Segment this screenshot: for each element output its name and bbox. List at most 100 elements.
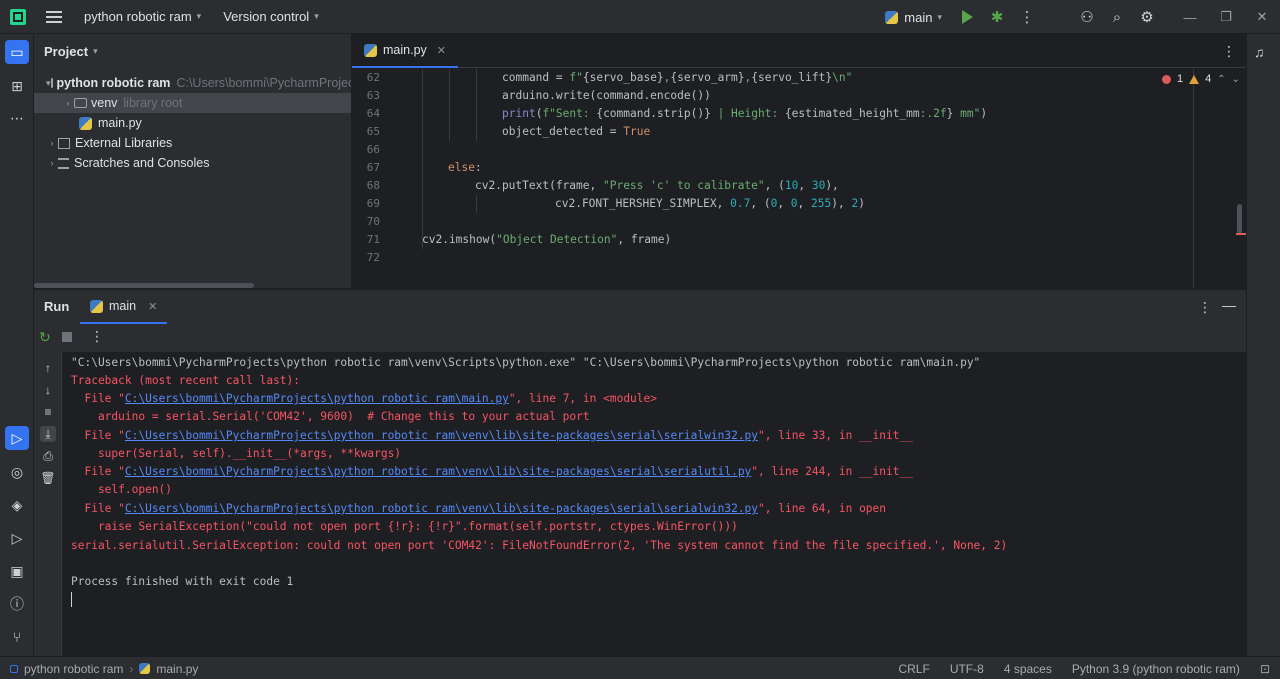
- run-config-selector[interactable]: main ▾: [885, 0, 942, 34]
- console-output[interactable]: "C:\Users\bommi\PycharmProjects\python r…: [62, 352, 1246, 657]
- run-tool-button[interactable]: ▷: [5, 426, 29, 450]
- hide-panel-icon[interactable]: —: [1222, 297, 1236, 313]
- indent-guide: [476, 195, 477, 213]
- tree-item-external-libraries[interactable]: › External Libraries: [34, 133, 351, 153]
- trash-icon[interactable]: 🗑: [40, 470, 56, 486]
- debug-button[interactable]: ✱: [982, 2, 1012, 32]
- add-user-button[interactable]: ⚇: [1072, 2, 1102, 32]
- file-link[interactable]: C:\Users\bommi\PycharmProjects\python ro…: [125, 465, 751, 478]
- stop-icon[interactable]: [62, 332, 72, 342]
- tab-main-py[interactable]: main.py ✕: [352, 34, 458, 68]
- python-file-icon: [364, 43, 377, 57]
- exception-message: serial.serialutil.SerialException: could…: [71, 539, 1008, 552]
- navigation-breadcrumb: python robotic ram › main.py: [10, 657, 198, 679]
- project-panel-header[interactable]: Project ▾: [34, 34, 351, 68]
- soft-wrap-icon[interactable]: ≡: [40, 404, 56, 420]
- right-tool-strip: ♫: [1246, 34, 1280, 656]
- traceback-frame: File "C:\Users\bommi\PycharmProjects\pyt…: [71, 427, 912, 445]
- line-number: 68: [366, 179, 380, 192]
- tree-item-project-root[interactable]: ▾ python robotic ram C:\Users\bommi\Pych…: [34, 73, 351, 93]
- main-menu-icon[interactable]: [46, 10, 62, 23]
- file-link[interactable]: C:\Users\bommi\PycharmProjects\python ro…: [125, 429, 758, 442]
- run-button[interactable]: [952, 2, 982, 32]
- run-tab-main[interactable]: main ✕: [80, 290, 168, 324]
- tree-item-main-py[interactable]: main.py: [34, 113, 351, 133]
- chevron-down-icon[interactable]: ⌄: [1232, 74, 1240, 85]
- minimize-button[interactable]: —: [1172, 0, 1208, 34]
- more-tools-button[interactable]: ⋯: [5, 106, 29, 130]
- close-button[interactable]: ✕: [1244, 0, 1280, 34]
- project-panel-title: Project: [44, 43, 89, 59]
- python-packages-button[interactable]: ◎: [5, 460, 29, 484]
- chevron-right-icon: ›: [129, 661, 134, 676]
- minimize-icon: —: [1183, 9, 1197, 25]
- chevron-up-icon[interactable]: ⌃: [1217, 74, 1225, 85]
- horizontal-scrollbar[interactable]: [34, 283, 254, 288]
- project-tool-button[interactable]: ▭: [5, 40, 29, 64]
- close-tab-icon[interactable]: ✕: [148, 300, 157, 313]
- git-icon: ⑂: [12, 629, 22, 645]
- file-link[interactable]: C:\Users\bommi\PycharmProjects\python ro…: [125, 502, 758, 515]
- exit-message: Process finished with exit code 1: [71, 575, 294, 588]
- run-icon: [961, 10, 973, 24]
- print-icon[interactable]: ⎙: [40, 448, 56, 464]
- breadcrumb-file[interactable]: main.py: [156, 662, 198, 676]
- frame-prefix: File ": [71, 502, 125, 515]
- kebab-icon[interactable]: ⋮: [1198, 299, 1212, 316]
- traceback-code: self.open(): [71, 483, 173, 496]
- rerun-icon[interactable]: ↻: [39, 329, 51, 346]
- layers-button[interactable]: ◈: [5, 493, 29, 517]
- python-interpreter[interactable]: Python 3.9 (python robotic ram): [1072, 662, 1240, 676]
- traceback-code: arduino = serial.Serial('COM42', 9600) #…: [71, 410, 590, 423]
- kebab-icon[interactable]: ⋮: [1222, 43, 1236, 60]
- more-icon: ⋯: [10, 109, 24, 126]
- python-file-icon: [885, 10, 899, 24]
- lock-icon[interactable]: ⊡: [1260, 662, 1270, 676]
- line-separator[interactable]: CRLF: [898, 662, 929, 676]
- kebab-icon[interactable]: ⋮: [90, 328, 104, 345]
- warning-count: 4: [1205, 73, 1212, 85]
- warning-icon: [1189, 74, 1200, 84]
- search-icon: ⌕: [1112, 8, 1122, 26]
- indent-guide: [422, 69, 423, 249]
- editor-tabs: main.py ✕ ⋮: [352, 34, 1246, 68]
- structure-tool-button[interactable]: ⊞: [5, 74, 29, 98]
- inspections-widget[interactable]: 1 4 ⌃ ⌄: [1161, 73, 1240, 85]
- pycharm-logo-icon: [10, 8, 26, 25]
- indent-setting[interactable]: 4 spaces: [1004, 662, 1052, 676]
- line-number: 65: [366, 125, 380, 138]
- folder-icon: ▭: [10, 43, 24, 60]
- git-button[interactable]: ⑂: [5, 625, 29, 649]
- terminal-button[interactable]: ▣: [5, 559, 29, 583]
- more-actions-button[interactable]: ⋮: [1012, 2, 1042, 32]
- close-tab-icon[interactable]: ✕: [437, 44, 446, 57]
- services-button[interactable]: ▷: [5, 526, 29, 550]
- problems-icon: ⓘ: [10, 596, 24, 612]
- breadcrumb-project[interactable]: python robotic ram: [24, 662, 123, 676]
- file-encoding[interactable]: UTF-8: [950, 662, 984, 676]
- file-link[interactable]: C:\Users\bommi\PycharmProjects\python ro…: [125, 392, 509, 405]
- code-area[interactable]: command = f"{servo_base},{servo_arm},{se…: [392, 69, 1194, 288]
- line-number: 72: [366, 251, 380, 264]
- vertical-scrollbar[interactable]: [1237, 204, 1242, 234]
- code-editor: main.py ✕ ⋮ 62 63 64 65 66 67 68 69 70 7…: [351, 34, 1246, 288]
- search-button[interactable]: ⌕: [1102, 2, 1132, 32]
- arrow-up-icon[interactable]: ↑: [40, 360, 56, 376]
- project-switcher[interactable]: python robotic ram ▾: [84, 0, 201, 34]
- maximize-button[interactable]: ❐: [1208, 0, 1244, 34]
- notifications-icon[interactable]: ♫: [1254, 44, 1265, 60]
- scroll-to-end-icon[interactable]: ⤓: [40, 426, 56, 442]
- tree-item-scratches[interactable]: › Scratches and Consoles: [34, 153, 351, 173]
- tree-item-label: venv: [91, 96, 118, 110]
- line-number: 69: [366, 197, 380, 210]
- error-icon: [1161, 74, 1171, 84]
- settings-button[interactable]: ⚙: [1132, 2, 1162, 32]
- problems-button[interactable]: ⓘ: [5, 592, 29, 616]
- version-control-menu[interactable]: Version control ▾: [223, 0, 319, 34]
- error-count: 1: [1176, 73, 1184, 85]
- run-panel-header: Run main ✕ ⋮ —: [34, 290, 1246, 324]
- tree-item-venv[interactable]: › venv library root: [34, 93, 351, 113]
- arrow-down-icon[interactable]: ↓: [40, 382, 56, 398]
- layers-icon: ◈: [11, 496, 23, 513]
- error-stripe-mark[interactable]: [1236, 233, 1246, 235]
